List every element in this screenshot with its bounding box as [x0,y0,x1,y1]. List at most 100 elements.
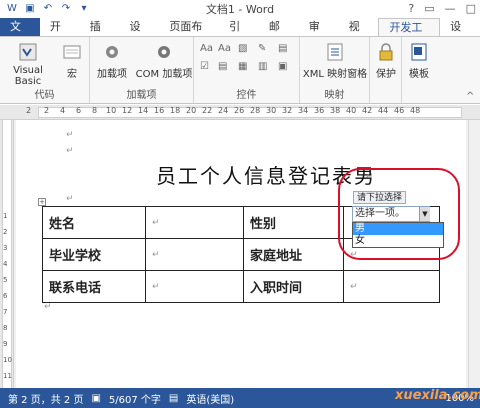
design-mode-icon[interactable]: ✎ [258,43,266,54]
group-code: Visual Basic 宏 代码 [0,37,90,103]
table-cell-label[interactable]: 家庭地址 [243,238,344,271]
group-controls-label: 控件 [236,90,257,101]
gear-icon [106,46,118,58]
vruler-tick: 10 [3,356,12,364]
table-cell-value[interactable]: ↵ [145,270,244,303]
ruler-tick: 32 [282,106,293,115]
macro-button[interactable]: 宏 [58,41,86,80]
tab-design[interactable]: 设计 [120,18,160,51]
date-picker-icon[interactable]: ▥ [258,61,267,72]
red-highlight-circle [338,168,460,260]
ruler-tick: 34 [298,106,309,115]
tab-table-design[interactable]: 设计 [440,18,480,51]
collapse-ribbon-icon[interactable]: ^ [466,91,474,102]
ruler-tick: 40 [346,106,357,115]
ruler-tick: 36 [314,106,325,115]
visual-basic-button[interactable]: Visual Basic [2,41,54,87]
table-cell-value[interactable]: ↵ [343,270,440,303]
table-cell-label[interactable]: 联系电话 [42,270,146,303]
group-icon[interactable]: ▣ [278,61,287,72]
table-cell-label[interactable]: 姓名 [42,206,146,239]
minimize-icon[interactable]: — [445,2,456,15]
undo-icon[interactable]: ↶ [42,3,54,15]
tab-references[interactable]: 引用 [219,18,259,51]
ruler-tick: 42 [362,106,373,115]
watermark: xuexila.com [395,388,480,403]
ruler-tick: 12 [122,106,133,115]
ruler-tick: 28 [250,106,261,115]
vruler-tick: 5 [3,276,8,284]
combobox-control-icon[interactable]: ▤ [218,61,227,72]
rich-text-control-icon[interactable]: Aa [200,43,213,54]
word-count[interactable]: 5/607 个字 [109,391,161,406]
ruler-tick: 8 [92,106,98,115]
paragraph-mark: ↵ [66,194,74,204]
vertical-scrollbar[interactable] [468,120,480,388]
group-mapping-label: 映射 [324,90,345,101]
vruler-tick: 6 [3,292,8,300]
tab-mailings[interactable]: 邮件 [259,18,299,51]
ribbon-display-icon[interactable]: ▭ [424,2,434,15]
visual-basic-icon [19,43,37,61]
com-gear-icon [158,46,170,58]
maximize-icon[interactable]: □ [466,2,476,15]
table-cell-value[interactable]: ↵ [145,206,244,239]
template-button[interactable]: 模板 [404,41,434,80]
ribbon: Visual Basic 宏 代码 加载项 COM 加载项 加载项 Aa Aa … [0,36,480,104]
com-addin-button[interactable]: COM 加载项 [134,41,194,80]
table-move-handle-icon[interactable]: + [38,198,46,206]
save-icon[interactable]: ▣ [24,3,36,15]
vertical-ruler[interactable]: 1 2 3 4 5 6 7 8 9 10 11 [0,120,14,388]
dropdown-control-icon[interactable]: ▦ [238,61,247,72]
tab-review[interactable]: 审阅 [299,18,339,51]
table-row: 联系电话 ↵ 入职时间 ↵ [42,270,440,303]
vruler-tick: 4 [3,260,8,268]
template-icon [411,43,427,61]
redo-icon[interactable]: ↷ [60,3,72,15]
proofing-icon[interactable]: ▣ [91,393,100,404]
plain-text-control-icon[interactable]: Aa [218,43,231,54]
lock-icon [379,43,393,61]
tab-home[interactable]: 开始 [40,18,80,51]
ruler-tick: 48 [410,106,421,115]
customize-qat-icon[interactable]: ▾ [78,3,90,15]
horizontal-ruler[interactable]: 2 2 4 6 8 10 12 14 16 18 20 22 24 26 28 … [0,105,480,120]
tab-file[interactable]: 文件 [0,18,40,51]
picture-control-icon[interactable]: ▧ [238,43,247,54]
table-cell-label[interactable]: 毕业学校 [42,238,146,271]
ruler-tick: 10 [106,106,117,115]
tab-view[interactable]: 视图 [339,18,379,51]
table-cell-value[interactable]: ↵ [145,238,244,271]
group-controls: Aa Aa ▧ ☑ ▤ ▦ ▥ ✎ ▤ ▣ 控件 [194,37,300,103]
group-addins-label: 加载项 [126,90,157,101]
tab-developer[interactable]: 开发工具 [378,18,441,52]
protect-button[interactable]: 保护 [372,41,400,80]
help-icon[interactable]: ? [408,2,414,15]
vruler-tick: 11 [3,372,12,380]
addin-button[interactable]: 加载项 [92,41,132,80]
ruler-tick: 18 [170,106,181,115]
ruler-tick: 22 [202,106,213,115]
checkbox-control-icon[interactable]: ☑ [200,61,209,72]
ruler-tick: 26 [234,106,245,115]
page-count[interactable]: 第 2 页，共 2 页 [8,391,83,406]
xml-mapping-pane-button[interactable]: XML 映射窗格 [302,41,368,80]
macro-record-icon[interactable]: ▤ [169,393,178,404]
ruler-tick: 14 [138,106,149,115]
ruler-tick: 20 [186,106,197,115]
tab-insert[interactable]: 插入 [80,18,120,51]
vruler-tick: 8 [3,324,8,332]
document-page[interactable]: ↵ ↵ 员工个人信息登记表男 ↵ ↵ + 姓名 ↵ 性别 毕业学校 ↵ 家庭地址… [16,120,466,388]
ruler-tick: 16 [154,106,165,115]
ruler-tick: 4 [60,106,66,115]
ruler-tick: 2 [44,106,50,115]
tab-layout[interactable]: 页面布局 [159,18,219,51]
language[interactable]: 英语(美国) [186,391,234,406]
table-cell-label[interactable]: 性别 [243,206,344,239]
properties-icon[interactable]: ▤ [278,43,287,54]
table-cell-label[interactable]: 入职时间 [243,270,344,303]
vruler-tick: 2 [3,228,8,236]
vruler-tick: 1 [3,212,8,220]
vruler-tick: 7 [3,308,8,316]
macro-icon [63,45,81,59]
